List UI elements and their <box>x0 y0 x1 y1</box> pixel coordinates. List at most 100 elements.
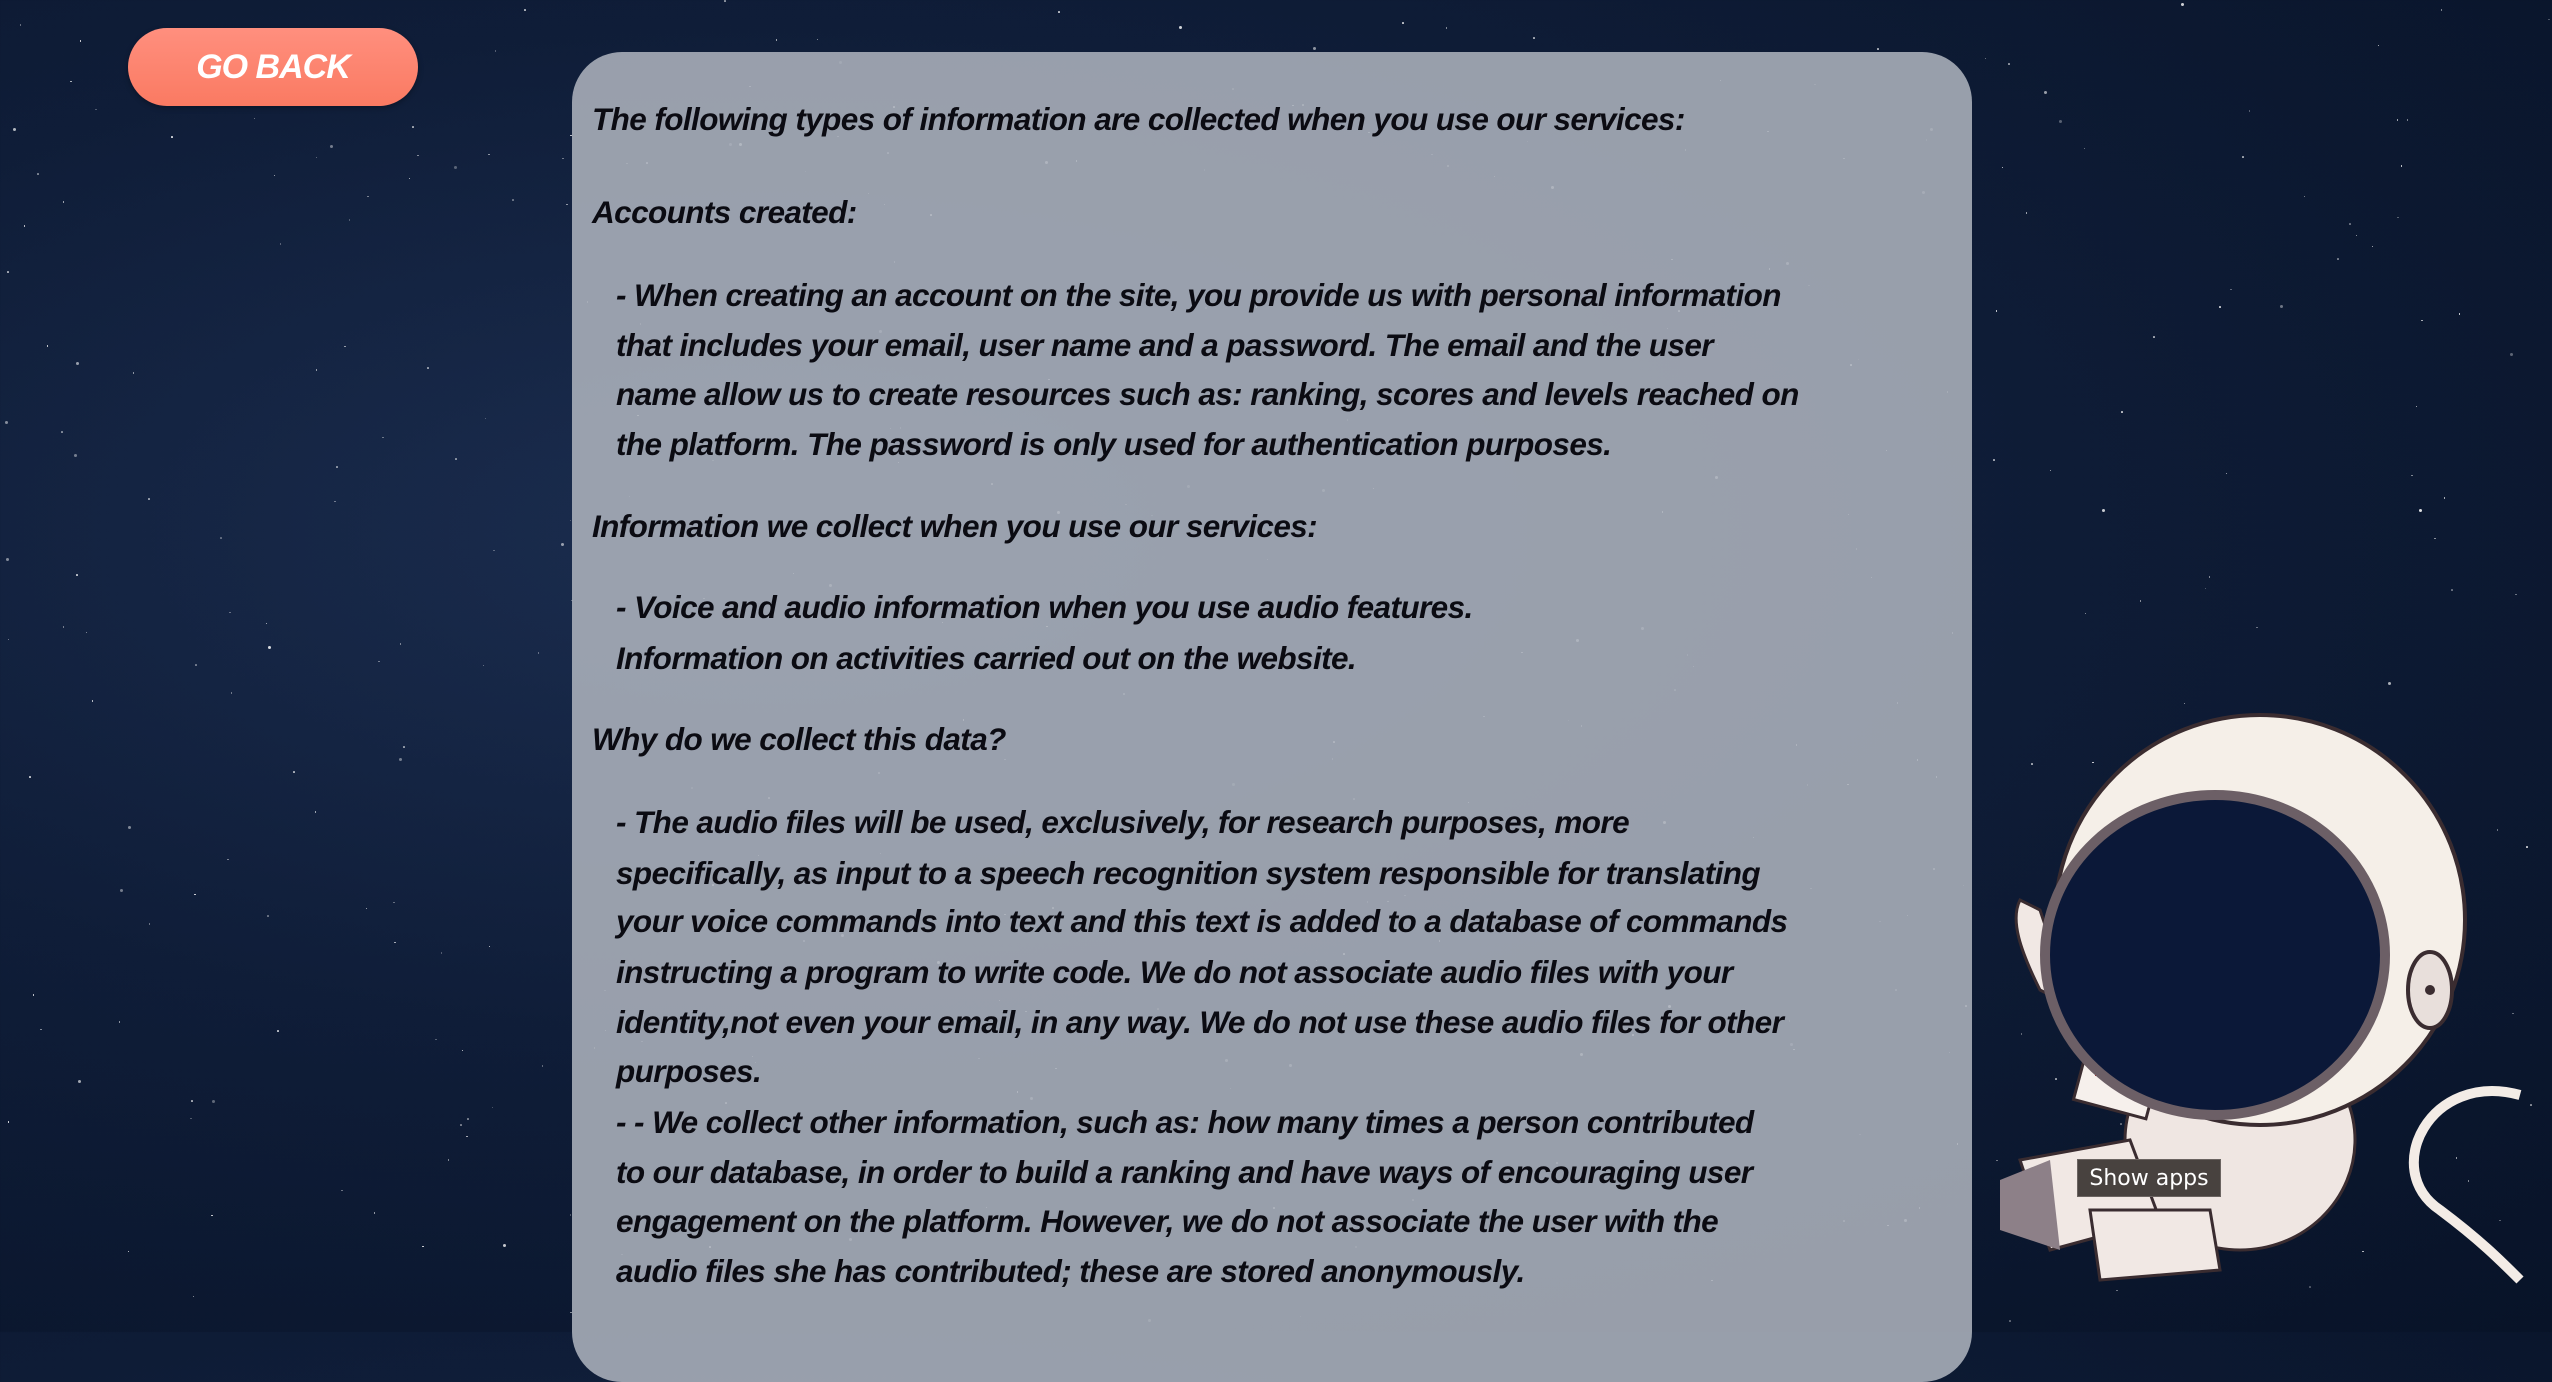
star <box>73 453 77 457</box>
star <box>2180 2 2184 6</box>
star <box>2058 119 2062 123</box>
star <box>2548 18 2550 21</box>
star <box>1877 48 1879 50</box>
star <box>562 157 564 160</box>
star <box>127 826 131 830</box>
star <box>336 466 338 468</box>
star <box>2248 110 2250 112</box>
star <box>227 858 229 861</box>
star <box>2008 63 2010 65</box>
star <box>2510 352 2514 356</box>
why-line: - The audio files will be used, exclusiv… <box>616 804 1630 840</box>
star <box>62 201 65 203</box>
star <box>367 195 369 198</box>
star <box>537 652 540 654</box>
star <box>344 345 346 348</box>
star <box>230 692 233 694</box>
star <box>253 117 256 120</box>
star <box>85 631 88 634</box>
why-line: specifically, as input to a speech recog… <box>616 855 1761 891</box>
star <box>265 622 268 625</box>
star <box>2458 313 2461 315</box>
why-line: identity,not even your email, in any way… <box>616 1004 1784 1040</box>
star <box>455 458 457 460</box>
star <box>435 1038 437 1041</box>
star <box>229 611 231 614</box>
why-line: audio files she has contributed; these a… <box>616 1253 1525 1289</box>
star <box>373 1212 376 1214</box>
star <box>120 889 124 893</box>
star <box>211 1214 213 1217</box>
star <box>2371 245 2374 248</box>
star <box>467 1118 469 1120</box>
star <box>190 1117 192 1120</box>
star <box>427 367 429 369</box>
star <box>488 945 491 948</box>
star <box>91 700 94 702</box>
star <box>2388 682 2391 686</box>
star <box>341 1189 343 1192</box>
star <box>194 893 196 896</box>
star <box>412 126 414 128</box>
star <box>76 574 78 576</box>
why-line: purposes. <box>616 1053 762 1089</box>
star <box>394 941 396 944</box>
star <box>2303 195 2306 198</box>
star <box>482 664 485 667</box>
star <box>76 361 80 365</box>
star <box>491 1106 494 1109</box>
star <box>569 1214 572 1216</box>
privacy-policy-panel: The following types of information are c… <box>572 52 1972 1382</box>
star <box>132 372 135 374</box>
star <box>393 901 395 904</box>
star <box>453 165 457 169</box>
star <box>512 199 514 201</box>
star <box>503 1244 507 1248</box>
star <box>334 500 336 503</box>
star <box>2440 9 2443 11</box>
why-line: - - We collect other information, such a… <box>616 1104 1754 1140</box>
star <box>2139 600 2142 602</box>
star <box>2411 474 2413 477</box>
star <box>1178 26 1182 30</box>
star <box>1995 310 1998 312</box>
star <box>6 558 10 562</box>
star <box>2242 156 2244 158</box>
star <box>2001 166 2004 168</box>
star <box>1312 46 1316 50</box>
star <box>211 1100 215 1104</box>
star <box>541 1065 544 1067</box>
why-line: your voice commands into text and this t… <box>616 903 1788 939</box>
star <box>422 1245 424 1248</box>
star <box>2515 593 2517 596</box>
accounts-line: the platform. The password is only used … <box>616 426 1612 462</box>
star <box>1058 11 1060 13</box>
star <box>2400 165 2403 167</box>
star <box>127 1250 130 1253</box>
star <box>2443 497 2446 499</box>
why-line: engagement on the platform. However, we … <box>616 1203 1719 1239</box>
star <box>461 1049 464 1052</box>
star <box>2377 44 2380 47</box>
star <box>2153 336 2155 338</box>
why-line: instructing a program to write code. We … <box>616 954 1733 990</box>
star <box>2397 216 2399 219</box>
star <box>40 1028 42 1031</box>
star <box>293 771 295 773</box>
star <box>2009 1320 2011 1322</box>
accounts-heading: Accounts created: <box>592 194 857 230</box>
star <box>466 1135 468 1138</box>
star <box>2415 405 2418 408</box>
star <box>2083 147 2086 150</box>
star <box>382 436 384 439</box>
star <box>148 498 150 500</box>
star <box>775 39 778 41</box>
star <box>1984 57 1987 60</box>
star <box>561 542 565 546</box>
star <box>399 758 403 761</box>
star <box>2419 509 2423 513</box>
why-heading: Why do we collect this data? <box>592 721 1006 757</box>
go-back-button[interactable]: GO BACK <box>128 28 418 106</box>
star <box>348 219 351 221</box>
star <box>7 271 9 273</box>
